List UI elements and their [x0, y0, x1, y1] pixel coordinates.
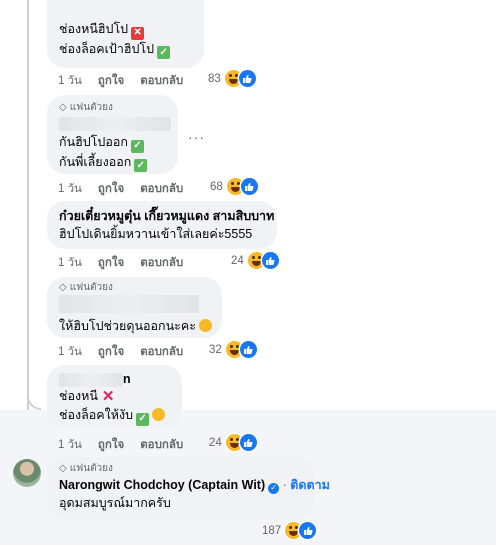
like-link[interactable]: ถูกใจ: [98, 180, 124, 198]
like-reaction-icon: [239, 434, 257, 451]
verified-badge-icon: ✓: [268, 482, 280, 494]
blurred-name: [59, 295, 199, 313]
comment-text: ช่องล็อคให้งับ: [59, 408, 134, 422]
like-reaction-icon: [239, 341, 257, 358]
thread-connector: [27, 388, 41, 410]
avatar[interactable]: [13, 459, 41, 487]
like-link[interactable]: ถูกใจ: [98, 436, 124, 454]
reply-link[interactable]: ตอบกลับ: [140, 343, 183, 361]
comment-text: ช่องหนีฮิปโป: [59, 22, 129, 36]
check-mark-icon: ✓: [136, 412, 150, 426]
like-reaction-icon: [261, 252, 279, 269]
reply-link[interactable]: ตอบกลับ: [140, 254, 183, 272]
more-options-button[interactable]: ···: [188, 129, 205, 145]
comment-bubble: n ช่องหนี ✕ ช่องล็อคให้งับ ✓: [47, 365, 182, 429]
fan-badge: ◇ แฟนตัวยง: [59, 102, 113, 113]
comment-time[interactable]: 1 วัน: [58, 436, 82, 454]
comment-text: ให้ฮิบโปช่วยดุนออกนะคะ: [59, 319, 196, 333]
rolling-laughing-face-icon: [152, 408, 166, 421]
comment-time[interactable]: 1 วัน: [58, 343, 82, 361]
blurred-name: [59, 116, 171, 131]
comment-actions: 1 วัน ถูกใจ ตอบกลับ: [58, 254, 183, 272]
comment-bubble: ◇ แฟนตัวยง ให้ฮิบโปช่วยดุนออกนะคะ: [47, 277, 222, 338]
like-link[interactable]: ถูกใจ: [98, 254, 124, 272]
diamond-icon: ◇: [59, 282, 67, 293]
comment-text: กันฮิปโปออก: [59, 135, 128, 149]
comment-text: กันพี่เลี้ยงออก: [59, 154, 132, 169]
reaction-summary[interactable]: 68: [210, 178, 258, 195]
laughing-face-icon: [198, 319, 212, 332]
diamond-icon: ◇: [59, 102, 67, 113]
follow-button[interactable]: ติดตาม: [290, 478, 330, 492]
diamond-icon: ◇: [59, 463, 67, 474]
reaction-count: 32: [209, 343, 222, 356]
comment-text: ช่องล็อคเป้าฮิปโป: [59, 41, 155, 56]
reaction-summary[interactable]: 24: [231, 252, 279, 269]
reaction-count: 83: [208, 72, 221, 85]
comment-bubble: ◇ แฟนตัวยง กันฮิปโปออก ✓ กันพี่เลี้ยงออก ✓: [47, 95, 178, 174]
reaction-count: 24: [231, 254, 244, 267]
fan-badge: ◇ แฟนตัวยง: [59, 463, 113, 474]
comment-text: อุดมสมบูรณ์มากครับ: [59, 496, 171, 510]
cross-mark-icon: ✕: [131, 26, 145, 40]
cross-mark-icon: ✕: [101, 388, 115, 405]
author-name[interactable]: Narongwit Chodchoy (Captain Wit): [59, 478, 265, 492]
reaction-count: 187: [262, 524, 282, 537]
reply-link[interactable]: ตอบกลับ: [140, 180, 183, 198]
blurred-name: [59, 372, 123, 387]
check-mark-icon: ✓: [130, 139, 144, 153]
reaction-summary[interactable]: 32: [209, 341, 257, 358]
like-link[interactable]: ถูกใจ: [98, 343, 124, 361]
author-name: n: [123, 372, 131, 386]
comment-time[interactable]: 1 วัน: [58, 180, 82, 198]
check-mark-icon: ✓: [134, 159, 148, 172]
comment-bubble: ช่องหนีฮิปโป ✕ ช่องล็อคเป้าฮิปโป ✓: [47, 0, 204, 68]
comment-text: ช่องหนี: [59, 389, 98, 403]
comment-actions: 1 วัน ถูกใจ ตอบกลับ: [58, 180, 183, 198]
reaction-summary[interactable]: 187: [262, 522, 317, 539]
comment-bubble: ◇ แฟนตัวยง Narongwit Chodchoy (Captain Wi…: [47, 457, 330, 519]
comment-text: ฮิปโปเดินยิ้มหวานเข้าใส่เลยค่ะ5555: [59, 227, 253, 241]
reply-link[interactable]: ตอบกลับ: [140, 436, 183, 454]
fan-badge: ◇ แฟนตัวยง: [59, 282, 113, 293]
reaction-count: 68: [210, 180, 223, 193]
reaction-summary[interactable]: 83: [208, 70, 256, 87]
comment-text: ก๋วยเตี๋ยวหมูตุ๋น เกี๊ยวหมูแดง สามสิบบาท: [59, 209, 275, 223]
comment-time[interactable]: 1 วัน: [58, 254, 82, 272]
reply-link[interactable]: ตอบกลับ: [140, 72, 183, 90]
reaction-summary[interactable]: 24: [209, 434, 257, 451]
like-reaction-icon: [299, 522, 317, 539]
like-reaction-icon: [240, 178, 258, 195]
check-mark-icon: ✓: [157, 46, 171, 59]
comment-bubble: ก๋วยเตี๋ยวหมูตุ๋น เกี๊ยวหมูแดง สามสิบบาท…: [47, 201, 277, 249]
reaction-count: 24: [209, 436, 222, 449]
comment-actions: 1 วัน ถูกใจ ตอบกลับ: [58, 436, 183, 454]
comment-actions: 1 วัน ถูกใจ ตอบกลับ: [58, 72, 183, 90]
like-link[interactable]: ถูกใจ: [98, 72, 124, 90]
comment-time[interactable]: 1 วัน: [58, 72, 82, 90]
like-reaction-icon: [238, 70, 256, 87]
comment-actions: 1 วัน ถูกใจ ตอบกลับ: [58, 343, 183, 361]
